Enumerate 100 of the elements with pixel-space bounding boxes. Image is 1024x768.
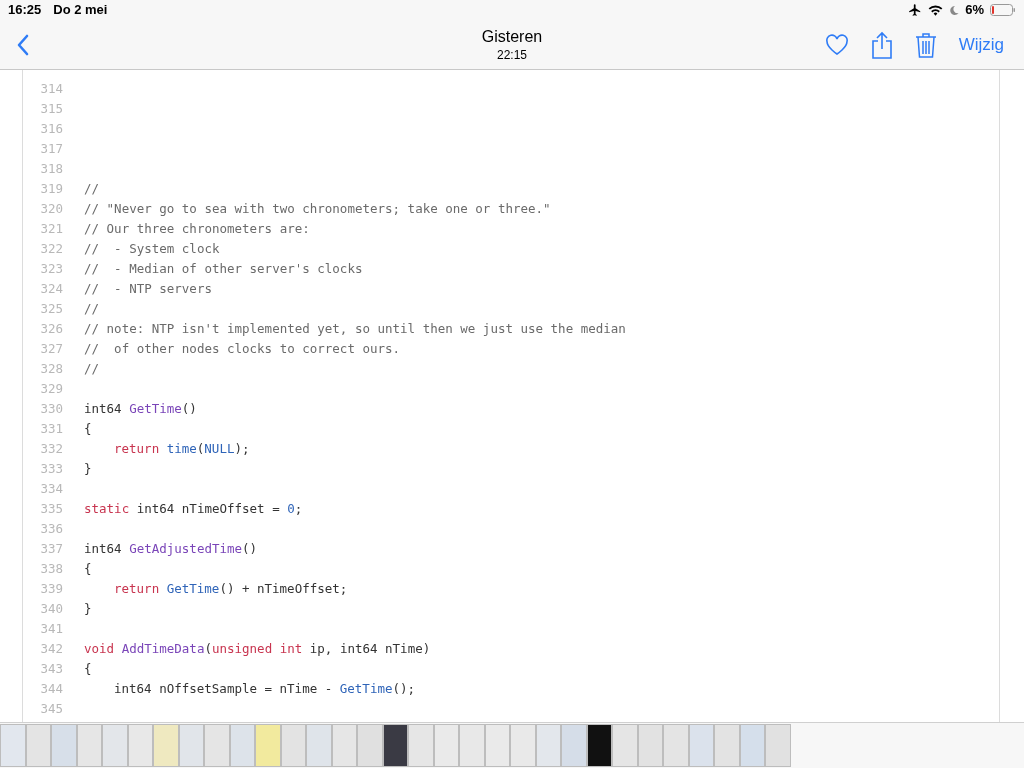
code-line: // note: NTP isn't implemented yet, so until then we just use the median	[84, 319, 626, 338]
thumbnail[interactable]	[331, 724, 357, 767]
thumbnail[interactable]	[510, 724, 536, 767]
code-line: //	[84, 179, 100, 198]
battery-icon	[990, 4, 1016, 16]
line-number: 333	[39, 459, 63, 478]
thumbnail[interactable]	[102, 724, 128, 767]
thumbnail[interactable]	[484, 724, 510, 767]
thumbnail[interactable]	[76, 724, 102, 767]
delete-button[interactable]	[914, 31, 937, 58]
line-number: 330	[39, 399, 63, 418]
line-number: 335	[39, 499, 63, 518]
line-number: 331	[39, 419, 63, 438]
thumbnail[interactable]	[714, 724, 740, 767]
line-number: 316	[39, 119, 63, 138]
line-number: 337	[39, 539, 63, 558]
line-number: 338	[39, 559, 63, 578]
thumbnail[interactable]	[357, 724, 383, 767]
thumbnail[interactable]	[51, 724, 77, 767]
status-time: 16:25	[8, 1, 42, 20]
code-line: {	[84, 659, 92, 678]
thumbnail[interactable]	[637, 724, 663, 767]
line-number: 336	[39, 519, 63, 538]
thumbnail[interactable]	[306, 724, 332, 767]
code-line: static int64 nTimeOffset = 0;	[84, 499, 303, 518]
code-line: int64 nOffsetSample = nTime - GetTime();	[114, 679, 416, 698]
thumbnail[interactable]	[612, 724, 638, 767]
code-line: return time(NULL);	[114, 439, 250, 458]
line-number: 332	[39, 439, 63, 458]
favorite-button[interactable]	[824, 33, 849, 56]
code-line: return GetTime() + nTimeOffset;	[114, 579, 348, 598]
code-line: // of other nodes clocks to correct ours.	[84, 339, 401, 358]
line-number: 318	[39, 159, 63, 178]
line-number: 339	[39, 579, 63, 598]
thumbnail[interactable]	[663, 724, 689, 767]
code-line: int64 GetTime()	[84, 399, 197, 418]
line-number: 317	[39, 139, 63, 158]
share-button[interactable]	[870, 30, 893, 59]
line-number: 319	[39, 179, 63, 198]
line-number: 326	[39, 319, 63, 338]
code-line: // - Median of other server's clocks	[84, 259, 363, 278]
thumbnail[interactable]	[280, 724, 306, 767]
line-number: 320	[39, 199, 63, 218]
thumbnail[interactable]	[459, 724, 485, 767]
line-number: 314	[39, 79, 63, 98]
thumbnail[interactable]	[561, 724, 587, 767]
code-line: // - System clock	[84, 239, 220, 258]
trash-icon	[914, 31, 937, 58]
code-line: //	[84, 359, 100, 378]
battery-percentage: 6%	[965, 1, 984, 20]
thumbnail[interactable]	[153, 724, 179, 767]
line-number: 322	[39, 239, 63, 258]
code-line: {	[84, 559, 92, 578]
code-line: int64 GetAdjustedTime()	[84, 539, 258, 558]
thumbnail[interactable]	[688, 724, 714, 767]
thumbnail[interactable]	[765, 724, 791, 767]
status-date: Do 2 mei	[53, 1, 108, 20]
line-number: 340	[39, 599, 63, 618]
heart-icon	[824, 33, 849, 56]
thumbnail[interactable]	[25, 724, 51, 767]
back-icon	[16, 33, 30, 56]
line-number: 329	[39, 379, 63, 398]
thumbnail[interactable]	[586, 724, 612, 767]
nav-title: Gisteren	[481, 26, 543, 47]
line-number: 327	[39, 339, 63, 358]
nav-subtitle: 22:15	[497, 46, 527, 63]
line-number: 341	[39, 619, 63, 638]
code-line: {	[84, 419, 92, 438]
thumbnail[interactable]	[408, 724, 434, 767]
moon-icon	[949, 4, 960, 16]
code-line: //	[84, 299, 100, 318]
line-number: 324	[39, 279, 63, 298]
line-number: 345	[39, 699, 63, 718]
thumbnail[interactable]	[178, 724, 204, 767]
line-number: 343	[39, 659, 63, 678]
code-line: }	[84, 459, 92, 478]
line-number: 328	[39, 359, 63, 378]
thumbnail[interactable]	[229, 724, 255, 767]
thumbnail[interactable]	[204, 724, 230, 767]
airplane-icon	[908, 3, 923, 17]
thumbnail[interactable]	[535, 724, 561, 767]
thumbnail[interactable]	[255, 724, 281, 767]
thumbnail[interactable]	[0, 724, 26, 767]
wifi-icon	[928, 4, 944, 16]
code-line: }	[84, 599, 92, 618]
line-number: 323	[39, 259, 63, 278]
thumbnail[interactable]	[382, 724, 408, 767]
thumbnail[interactable]	[433, 724, 459, 767]
code-line: // Our three chronometers are:	[84, 219, 310, 238]
code-line: void AddTimeData(unsigned int ip, int64 nTime)	[84, 639, 431, 658]
code-line: // - NTP servers	[84, 279, 212, 298]
thumbnail[interactable]	[739, 724, 765, 767]
edit-button[interactable]: Wijzig	[958, 31, 1004, 58]
line-number: 342	[39, 639, 63, 658]
thumbnail[interactable]	[127, 724, 153, 767]
code-line: // "Never go to sea with two chronometers; take one or three."	[84, 199, 551, 218]
share-icon	[870, 30, 893, 59]
line-number: 344	[39, 679, 63, 698]
line-number: 321	[39, 219, 63, 238]
line-number: 334	[39, 479, 63, 498]
